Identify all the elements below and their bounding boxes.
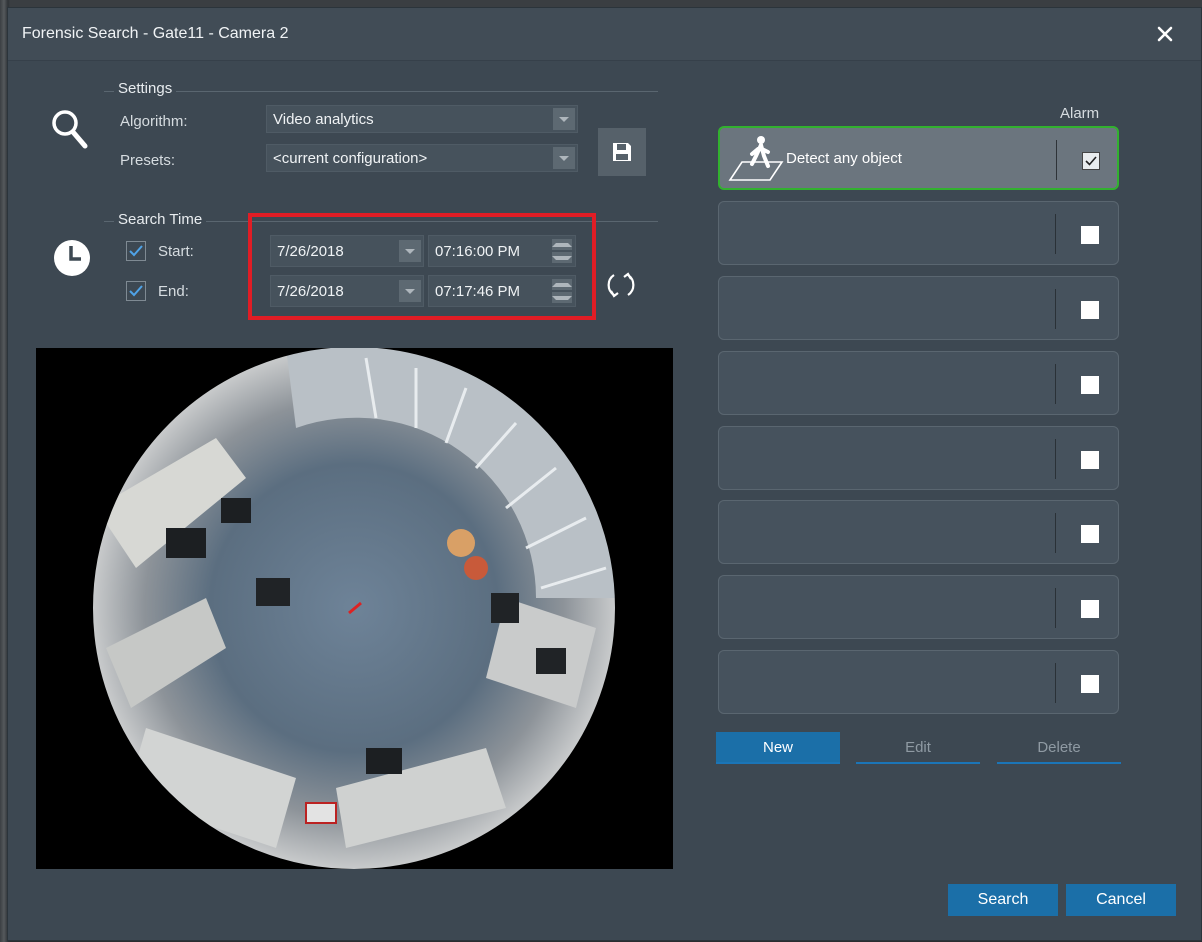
save-preset-button[interactable]	[598, 128, 646, 176]
alarm-column-header: Alarm	[1060, 105, 1100, 122]
row-divider	[1055, 663, 1056, 703]
row-divider	[1055, 439, 1056, 479]
alarm-checkbox[interactable]	[1081, 600, 1099, 618]
search-button[interactable]: Search	[948, 884, 1058, 916]
new-rule-button[interactable]: New	[716, 732, 840, 764]
close-button[interactable]	[1151, 20, 1179, 48]
chevron-down-icon	[553, 147, 575, 169]
presets-dropdown[interactable]: <current configuration>	[266, 144, 578, 172]
row-divider	[1055, 588, 1056, 628]
alarm-checkbox[interactable]	[1081, 675, 1099, 693]
rule-row[interactable]	[718, 426, 1119, 490]
delete-rule-button[interactable]: Delete	[997, 732, 1121, 764]
rule-row[interactable]	[718, 201, 1119, 265]
clock-icon	[54, 240, 90, 276]
highlight-box	[248, 213, 596, 320]
chevron-down-icon	[553, 108, 575, 130]
alarm-checkbox[interactable]	[1081, 525, 1099, 543]
presets-value: <current configuration>	[273, 150, 428, 167]
settings-group-label: Settings	[114, 80, 177, 97]
checkmark-icon	[1085, 156, 1097, 166]
algorithm-dropdown[interactable]: Video analytics	[266, 105, 578, 133]
forensic-search-dialog: Forensic Search - Gate11 - Camera 2 Sett…	[8, 8, 1201, 940]
start-label: Start:	[158, 243, 194, 260]
row-divider	[1055, 289, 1056, 329]
rule-label: Detect any object	[786, 150, 902, 167]
search-time-group-label: Search Time	[114, 211, 207, 228]
algorithm-value: Video analytics	[273, 111, 374, 128]
rule-row[interactable]	[718, 351, 1119, 415]
rule-row[interactable]: Detect any object	[718, 126, 1119, 190]
alarm-checkbox[interactable]	[1081, 226, 1099, 244]
rule-row[interactable]	[718, 276, 1119, 340]
rule-row[interactable]	[718, 500, 1119, 564]
end-label: End:	[158, 283, 189, 300]
algorithm-label: Algorithm:	[120, 113, 188, 130]
row-divider	[1055, 513, 1056, 553]
settings-group-line	[104, 91, 658, 92]
presets-label: Presets:	[120, 152, 176, 169]
row-divider	[1056, 140, 1057, 180]
save-icon	[613, 143, 631, 161]
cancel-button[interactable]: Cancel	[1066, 884, 1176, 916]
camera-video-preview[interactable]	[36, 348, 673, 869]
row-divider	[1055, 214, 1056, 254]
row-divider	[1055, 364, 1056, 404]
refresh-icon	[607, 272, 635, 298]
refresh-time-button[interactable]	[596, 260, 646, 310]
alarm-checkbox[interactable]	[1081, 376, 1099, 394]
rule-row[interactable]	[718, 650, 1119, 714]
title-bar: Forensic Search - Gate11 - Camera 2	[8, 8, 1201, 61]
alarm-checkbox[interactable]	[1081, 301, 1099, 319]
close-icon	[1157, 26, 1173, 42]
fisheye-camera-image	[91, 348, 617, 869]
window-title: Forensic Search - Gate11 - Camera 2	[22, 25, 289, 42]
start-checkbox[interactable]	[126, 241, 146, 261]
alarm-checkbox[interactable]	[1082, 152, 1100, 170]
edit-rule-button[interactable]: Edit	[856, 732, 980, 764]
alarm-checkbox[interactable]	[1081, 451, 1099, 469]
checkmark-icon	[129, 285, 143, 297]
person-detect-icon	[728, 136, 784, 181]
search-icon	[52, 110, 88, 149]
end-checkbox[interactable]	[126, 281, 146, 301]
checkmark-icon	[129, 245, 143, 257]
rule-row[interactable]	[718, 575, 1119, 639]
